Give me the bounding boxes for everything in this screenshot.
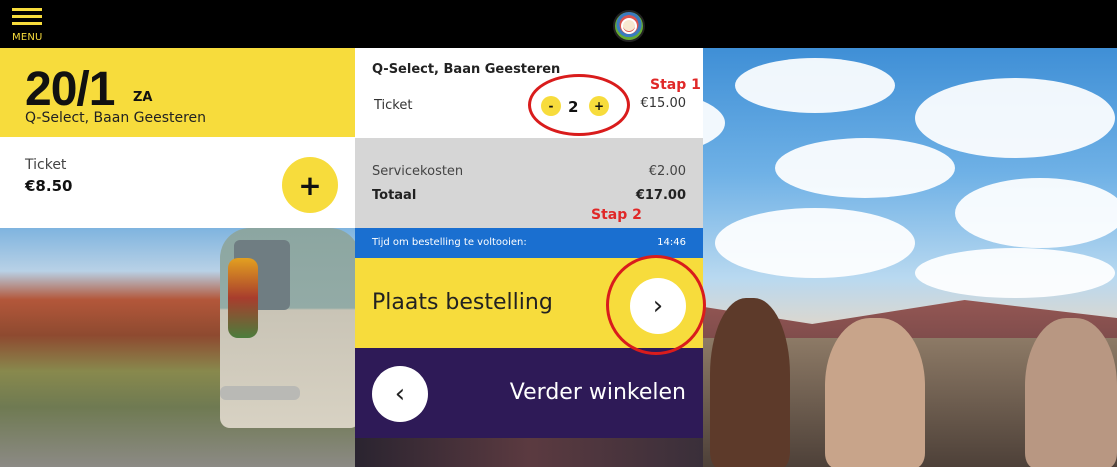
ticket-offer-card: Ticket €8.50 + <box>0 137 355 228</box>
timer-value: 14:46 <box>657 237 686 248</box>
hamburger-icon-line <box>12 22 42 25</box>
background-image-left <box>0 228 355 467</box>
person-image <box>710 298 790 467</box>
van-image <box>220 228 355 428</box>
event-date-card: 20/1 ZA Q-Select, Baan Geesteren <box>0 48 355 137</box>
ticket-offer-price: €8.50 <box>25 177 73 195</box>
plus-icon: + <box>298 168 322 202</box>
event-date: 20/1 <box>25 63 115 116</box>
background-image-bottom <box>355 438 703 467</box>
order-line-price: €15.00 <box>640 96 687 111</box>
checkout-timer: Tijd om bestelling te voltooien: 14:46 <box>355 228 703 258</box>
service-costs-value: €2.00 <box>648 164 686 179</box>
event-venue: Q-Select, Baan Geesteren <box>25 110 207 126</box>
order-costs: Servicekosten €2.00 Totaal €17.00 <box>355 138 703 228</box>
menu-label: MENU <box>12 32 43 43</box>
total-value: €17.00 <box>635 188 686 203</box>
person-image <box>825 318 925 467</box>
hamburger-icon <box>12 8 42 11</box>
annotation-step1: Stap 1 <box>650 77 701 93</box>
annotation-step2: Stap 2 <box>591 207 642 223</box>
order-summary: Q-Select, Baan Geesteren Ticket - 2 + €1… <box>355 48 703 138</box>
person-image <box>1025 318 1117 467</box>
chevron-left-icon: ‹ <box>372 366 428 422</box>
service-costs-label: Servicekosten <box>372 164 464 179</box>
peace-sign-icon <box>621 18 637 34</box>
continue-shopping-button[interactable]: ‹ Verder winkelen <box>355 348 703 438</box>
hamburger-icon-line <box>12 15 42 18</box>
timer-label: Tijd om bestelling te voltooien: <box>372 237 527 248</box>
add-ticket-button[interactable]: + <box>282 157 338 213</box>
continue-shopping-label: Verder winkelen <box>509 380 686 405</box>
annotation-circle-quantity <box>528 74 630 136</box>
peace-logo-icon[interactable] <box>613 10 645 42</box>
annotation-circle-place-order <box>606 255 706 355</box>
top-bar: MENU <box>0 0 1117 48</box>
order-event-title: Q-Select, Baan Geesteren <box>372 62 561 77</box>
place-order-label: Plaats bestelling <box>372 290 553 315</box>
total-label: Totaal <box>372 188 417 203</box>
ticket-offer-label: Ticket <box>25 157 67 173</box>
order-ticket-label: Ticket <box>374 98 413 113</box>
event-day: ZA <box>133 90 153 105</box>
menu-button[interactable]: MENU <box>6 6 52 44</box>
